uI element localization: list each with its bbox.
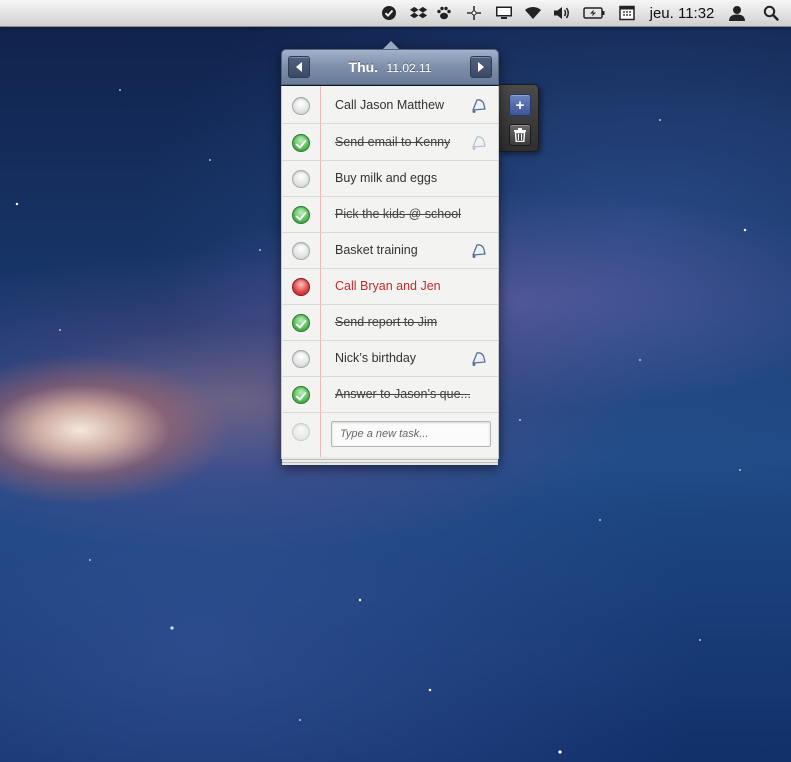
wifi-icon[interactable] bbox=[521, 0, 545, 26]
task-label[interactable]: Send report to Jim bbox=[335, 315, 437, 329]
task-checkbox[interactable] bbox=[292, 242, 310, 260]
calendar-icon[interactable] bbox=[616, 0, 638, 26]
reminder-bell-icon[interactable] bbox=[469, 97, 487, 115]
spotlight-search-icon[interactable] bbox=[760, 0, 782, 26]
task-side-toolbar: + bbox=[499, 84, 539, 152]
new-task-checkbox bbox=[292, 423, 310, 441]
task-label[interactable]: Answer to Jason’s que... bbox=[335, 387, 470, 401]
menu-bar: jeu. 11:32 bbox=[0, 0, 791, 27]
task-row[interactable]: Nick’s birthday bbox=[282, 341, 498, 377]
new-task-row bbox=[282, 414, 498, 454]
task-checkbox[interactable] bbox=[292, 350, 310, 368]
reminder-bell-icon[interactable] bbox=[469, 134, 487, 152]
task-label[interactable]: Buy milk and eggs bbox=[335, 171, 437, 185]
new-task-input[interactable] bbox=[331, 421, 491, 447]
date-title: Thu. 11.02.11 bbox=[282, 59, 498, 77]
reminder-bell-icon[interactable] bbox=[469, 350, 487, 368]
plus-icon: + bbox=[515, 96, 525, 114]
battery-icon[interactable] bbox=[581, 0, 607, 26]
tasks-popover: Thu. 11.02.11 Call Jason Matthew Send em… bbox=[281, 41, 499, 465]
task-row[interactable]: Call Bryan and Jen bbox=[282, 269, 498, 305]
task-label[interactable]: Send email to Kenny bbox=[335, 135, 450, 149]
task-label[interactable]: Call Jason Matthew bbox=[335, 98, 444, 112]
paw-icon[interactable] bbox=[433, 0, 455, 26]
volume-icon[interactable] bbox=[551, 0, 573, 26]
task-row[interactable]: Send report to Jim bbox=[282, 305, 498, 341]
dropbox-icon[interactable] bbox=[407, 0, 429, 26]
sparkle-icon[interactable] bbox=[463, 0, 485, 26]
task-checkbox[interactable] bbox=[292, 170, 310, 188]
check-circle-icon[interactable] bbox=[379, 0, 399, 26]
next-day-button[interactable] bbox=[470, 56, 492, 78]
task-checkbox[interactable] bbox=[292, 278, 310, 296]
display-icon[interactable] bbox=[492, 0, 516, 26]
task-checkbox[interactable] bbox=[292, 314, 310, 332]
task-label[interactable]: Nick’s birthday bbox=[335, 351, 416, 365]
date-value: 11.02.11 bbox=[386, 61, 432, 75]
menu-bar-clock[interactable]: jeu. 11:32 bbox=[646, 0, 718, 26]
task-label[interactable]: Call Bryan and Jen bbox=[335, 279, 441, 293]
task-checkbox[interactable] bbox=[292, 386, 310, 404]
arrow-right-icon bbox=[478, 62, 484, 72]
task-row[interactable]: Call Jason Matthew bbox=[282, 88, 498, 124]
task-label[interactable]: Pick the kids @ school bbox=[335, 207, 461, 221]
task-checkbox[interactable] bbox=[292, 97, 310, 115]
reminder-bell-icon[interactable] bbox=[469, 242, 487, 260]
day-name: Thu. bbox=[348, 59, 379, 75]
task-checkbox[interactable] bbox=[292, 206, 310, 224]
task-row[interactable]: Answer to Jason’s que... bbox=[282, 377, 498, 413]
delete-task-button[interactable] bbox=[509, 124, 531, 146]
trash-icon bbox=[514, 128, 526, 142]
task-checkbox[interactable] bbox=[292, 134, 310, 152]
task-row[interactable]: Pick the kids @ school bbox=[282, 197, 498, 233]
task-label[interactable]: Basket training bbox=[335, 243, 418, 257]
user-icon[interactable] bbox=[726, 0, 748, 26]
paper-stack-edge bbox=[282, 457, 498, 465]
task-row[interactable]: Send email to Kenny bbox=[282, 125, 498, 161]
task-row[interactable]: Basket training bbox=[282, 233, 498, 269]
date-header: Thu. 11.02.11 bbox=[281, 49, 499, 85]
task-list: Call Jason Matthew Send email to Kenny B… bbox=[281, 86, 499, 459]
add-task-button[interactable]: + bbox=[509, 94, 531, 116]
task-row[interactable]: Buy milk and eggs bbox=[282, 161, 498, 197]
